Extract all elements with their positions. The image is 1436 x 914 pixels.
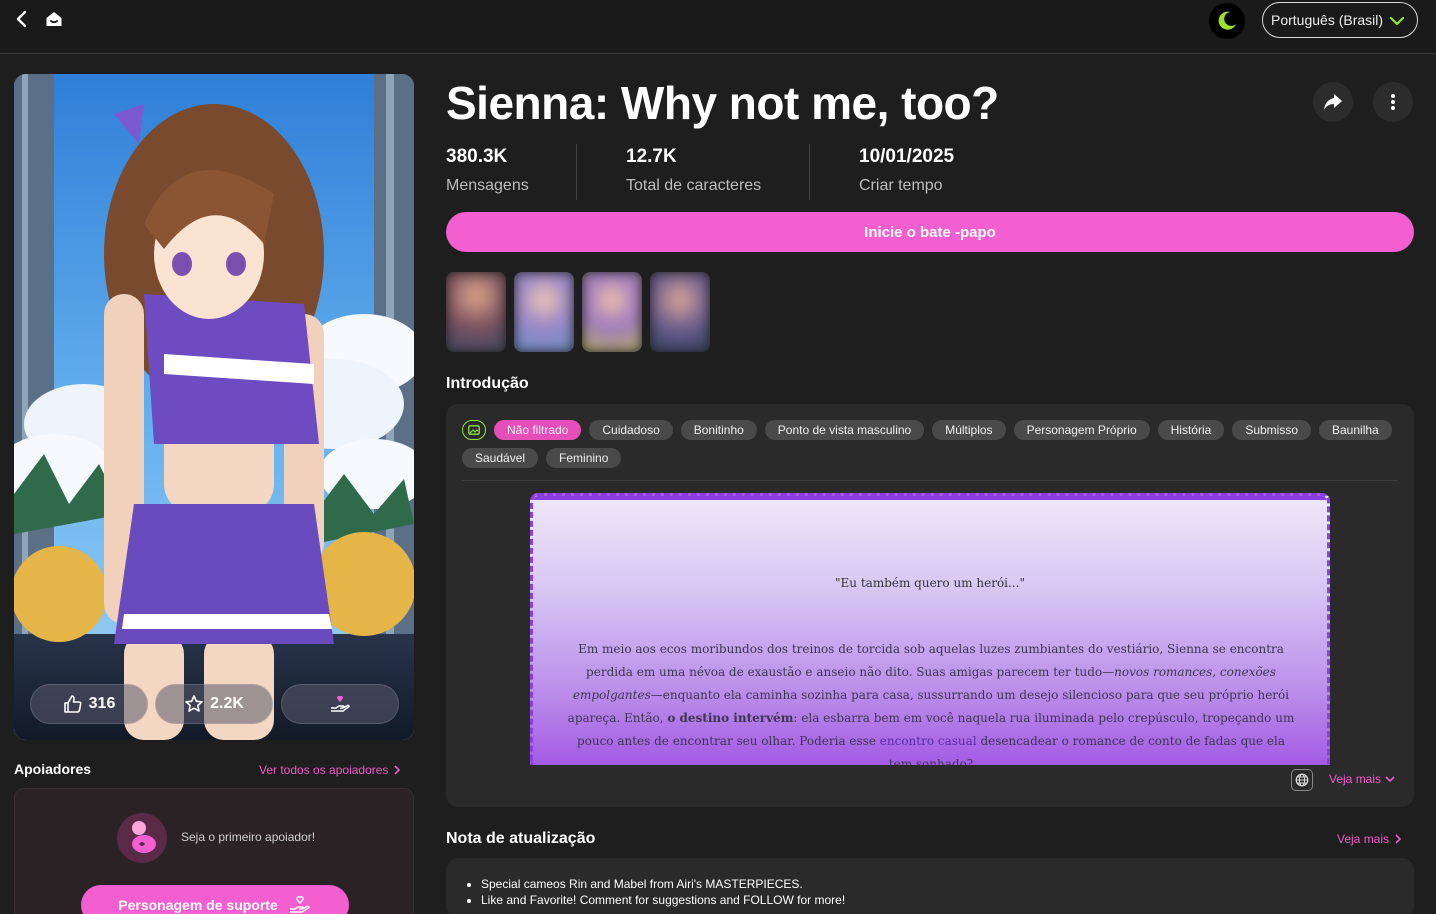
stat-label: Mensagens bbox=[446, 177, 529, 194]
support-hand-button[interactable] bbox=[281, 684, 399, 724]
chevron-down-icon bbox=[1389, 16, 1405, 26]
stat-created: 10/01/2025 Criar tempo bbox=[859, 146, 954, 195]
see-all-supporters-label: Ver todos os apoiadores bbox=[259, 763, 389, 777]
tag-list: Não filtrado Cuidadoso Bonitinho Ponto d… bbox=[462, 420, 1402, 468]
stat-characters: 12.7K Total de caracteres bbox=[626, 146, 761, 195]
card-top-border bbox=[533, 496, 1327, 500]
character-portrait: 316 2.2K bbox=[14, 74, 414, 740]
see-all-supporters-link[interactable]: Ver todos os apoiadores bbox=[259, 763, 402, 777]
divider bbox=[462, 480, 1398, 481]
more-vertical-icon bbox=[1391, 94, 1395, 110]
intro-body-bold: o destino intervém bbox=[667, 711, 794, 725]
tag[interactable]: Personagem Próprio bbox=[1013, 420, 1150, 440]
gallery-thumbnail[interactable] bbox=[446, 272, 506, 352]
tag[interactable]: Submisso bbox=[1232, 420, 1311, 440]
intro-card: "Eu também quero um herói..." Em meio ao… bbox=[530, 493, 1330, 765]
language-select-value: Português (Brasil) bbox=[1271, 12, 1384, 28]
update-see-more-label: Veja mais bbox=[1337, 832, 1390, 846]
update-note-list: Special cameos Rin and Mabel from Airi's… bbox=[481, 876, 845, 908]
gallery-thumbnail[interactable] bbox=[650, 272, 710, 352]
supporters-empty-text: Seja o primeiro apoiador! bbox=[181, 830, 316, 844]
top-bar: Português (Brasil) bbox=[0, 0, 1436, 54]
stat-messages: 380.3K Mensagens bbox=[446, 146, 529, 195]
support-character-button[interactable]: Personagem de suporte bbox=[81, 885, 349, 914]
intro-see-more-link[interactable]: Veja mais bbox=[1329, 772, 1395, 786]
list-item: Special cameos Rin and Mabel from Airi's… bbox=[481, 876, 845, 892]
translate-globe-icon[interactable] bbox=[1291, 769, 1313, 791]
home-icon[interactable] bbox=[44, 9, 64, 29]
favorite-button[interactable]: 2.2K bbox=[155, 684, 273, 724]
theme-toggle-moon-icon[interactable] bbox=[1209, 3, 1245, 39]
intro-see-more-label: Veja mais bbox=[1329, 772, 1382, 786]
tag[interactable]: Baunilha bbox=[1319, 420, 1392, 440]
chevron-down-icon bbox=[1385, 776, 1395, 783]
favorite-count: 2.2K bbox=[210, 695, 244, 712]
character-artwork bbox=[14, 74, 414, 740]
hero-actions: 316 2.2K bbox=[30, 684, 399, 724]
supporter-placeholder-icon bbox=[117, 813, 167, 863]
supporters-panel: Seja o primeiro apoiador! Personagem de … bbox=[14, 788, 414, 914]
update-note-panel: Special cameos Rin and Mabel from Airi's… bbox=[446, 858, 1414, 914]
intro-quote: "Eu também quero um herói..." bbox=[835, 576, 1025, 590]
stat-label: Criar tempo bbox=[859, 177, 943, 194]
chevron-right-icon bbox=[394, 765, 401, 775]
share-button[interactable] bbox=[1313, 82, 1353, 122]
update-see-more-link[interactable]: Veja mais bbox=[1337, 832, 1403, 846]
character-title: Sienna: Why not me, too? bbox=[446, 77, 999, 129]
gallery-thumbnail[interactable] bbox=[514, 272, 574, 352]
star-icon bbox=[185, 695, 203, 712]
stat-value: 380.3K bbox=[446, 146, 508, 167]
thumbs-up-icon bbox=[63, 695, 82, 713]
chevron-right-icon bbox=[1395, 834, 1402, 844]
more-options-button[interactable] bbox=[1373, 82, 1413, 122]
supporters-title: Apoiadores bbox=[14, 761, 92, 777]
image-filter-icon[interactable] bbox=[462, 420, 486, 440]
tag[interactable]: Cuidadoso bbox=[589, 420, 673, 440]
stat-divider bbox=[809, 144, 810, 200]
stat-value: 12.7K bbox=[626, 146, 677, 167]
support-character-label: Personagem de suporte bbox=[118, 897, 278, 913]
intro-body-highlight: encontro casual bbox=[879, 734, 977, 748]
share-icon bbox=[1324, 94, 1342, 110]
start-chat-button[interactable]: Inicie o bate -papo bbox=[446, 212, 1414, 252]
intro-panel: Não filtrado Cuidadoso Bonitinho Ponto d… bbox=[446, 404, 1414, 807]
tag[interactable]: Ponto de vista masculino bbox=[764, 420, 925, 440]
language-select[interactable]: Português (Brasil) bbox=[1262, 2, 1418, 38]
gallery-thumbnail[interactable] bbox=[582, 272, 642, 352]
stat-value: 10/01/2025 bbox=[859, 146, 955, 167]
intro-title: Introdução bbox=[446, 375, 529, 392]
like-count: 316 bbox=[88, 695, 116, 712]
list-item: Like and Favorite! Comment for suggestio… bbox=[481, 892, 845, 908]
tag[interactable]: História bbox=[1157, 420, 1225, 440]
like-button[interactable]: 316 bbox=[30, 684, 148, 724]
tag[interactable]: Múltiplos bbox=[932, 420, 1006, 440]
hand-heart-icon bbox=[289, 896, 310, 913]
stat-label: Total de caracteres bbox=[626, 177, 762, 194]
hand-heart-icon bbox=[331, 695, 350, 712]
tag[interactable]: Bonitinho bbox=[680, 420, 757, 440]
tag[interactable]: Não filtrado bbox=[494, 420, 582, 440]
back-arrow-icon[interactable] bbox=[12, 9, 32, 29]
tag[interactable]: Feminino bbox=[546, 448, 622, 468]
tag[interactable]: Saudável bbox=[462, 448, 539, 468]
update-note-title: Nota de atualização bbox=[446, 830, 596, 847]
stat-divider bbox=[576, 144, 577, 200]
intro-body: Em meio aos ecos moribundos dos treinos … bbox=[567, 638, 1295, 765]
